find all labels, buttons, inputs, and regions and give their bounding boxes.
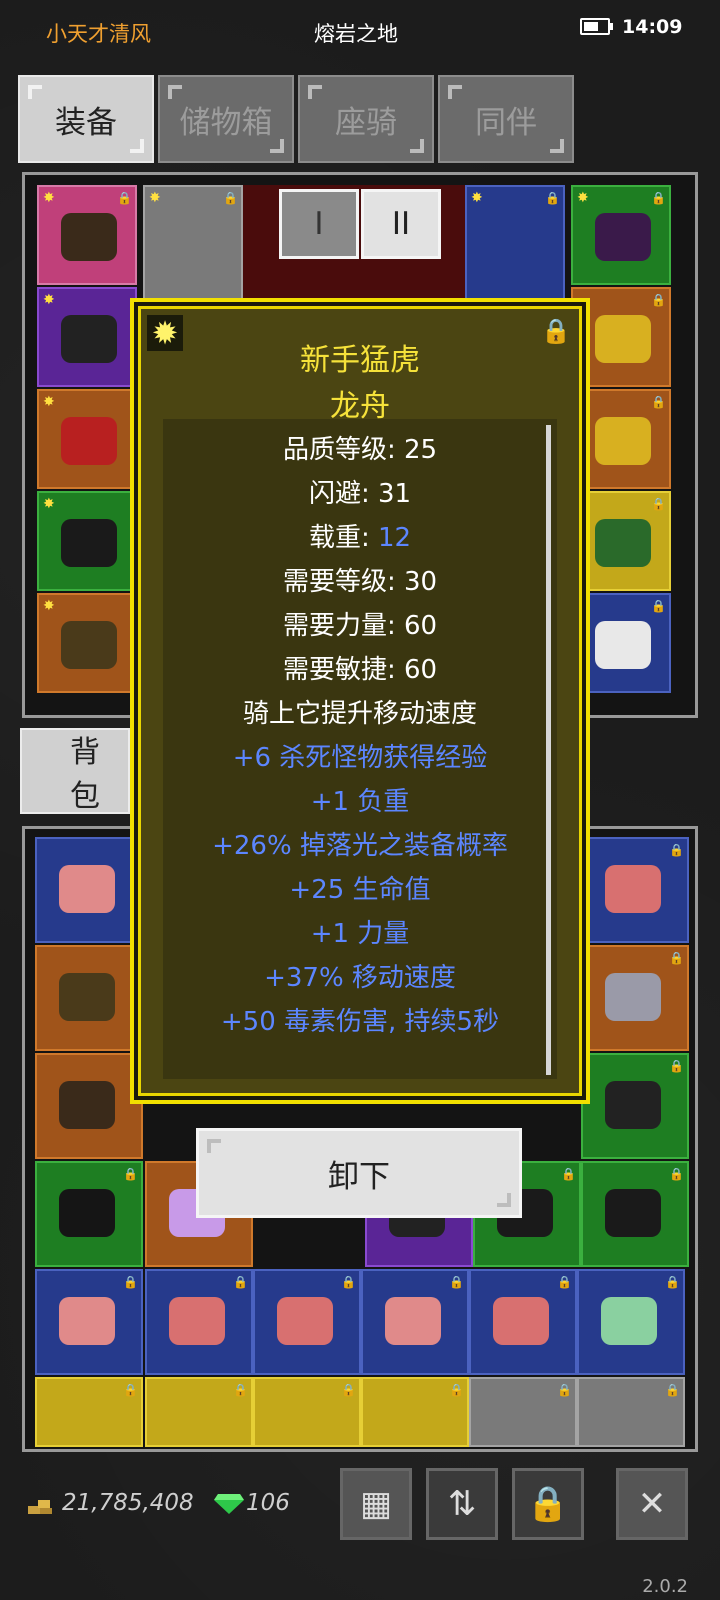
gem-icon: [214, 1494, 244, 1514]
inventory-slot[interactable]: 🔒: [469, 1377, 577, 1447]
inventory-slot[interactable]: 🔒: [35, 1377, 143, 1447]
sort-icon: ⇅: [447, 1484, 477, 1524]
stat-line: 闪避: 31: [308, 479, 412, 509]
tab-storage[interactable]: 储物箱: [158, 75, 294, 163]
equip-slot-gloves[interactable]: ✸: [37, 389, 137, 489]
stat-value: 12: [377, 523, 412, 553]
equip-slot-amulet[interactable]: ✸ 🔒: [571, 185, 671, 285]
inventory-slot[interactable]: 🔒: [35, 1161, 143, 1267]
item-name: 新手猛虎: [300, 343, 420, 378]
inventory-slot[interactable]: 🔒: [361, 1377, 469, 1447]
inventory-slot[interactable]: 🔒: [577, 1269, 685, 1375]
inventory-slot[interactable]: 🔒: [145, 1377, 253, 1447]
lock-icon: 🔒: [117, 191, 132, 205]
tab-mount[interactable]: 座骑: [298, 75, 434, 163]
gold-icon: [28, 1496, 54, 1516]
inventory-slot[interactable]: 🔒: [35, 1269, 143, 1375]
inventory-slot[interactable]: [35, 945, 143, 1051]
inventory-slot[interactable]: 🔒: [253, 1269, 361, 1375]
tab-label: 背包: [70, 735, 100, 814]
tab-label: 座骑: [335, 104, 397, 141]
tab-companion[interactable]: 同伴: [438, 75, 574, 163]
unequip-button[interactable]: 卸下: [196, 1128, 522, 1218]
tab-bag[interactable]: 背包: [20, 728, 130, 814]
stat-line: 载重: 12: [163, 517, 557, 554]
inventory-slot[interactable]: [35, 1053, 143, 1159]
tab-label: 装备: [55, 104, 117, 141]
grid-view-button[interactable]: ▦: [340, 1468, 412, 1540]
close-icon: ✕: [637, 1484, 667, 1524]
grid-icon: ▦: [359, 1484, 393, 1524]
stat-line: 品质等级: 25: [282, 435, 438, 465]
gem-amount: 106: [246, 1490, 290, 1516]
equip-slot-armor[interactable]: ✸: [37, 287, 137, 387]
equip-slot-weapon[interactable]: ✸ 🔒: [143, 185, 243, 305]
sort-button[interactable]: ⇅: [426, 1468, 498, 1540]
tab-label: 同伴: [475, 104, 537, 141]
stat-line: +25 生命值: [289, 875, 431, 905]
page-label: II: [391, 206, 411, 242]
equip-slot-boots[interactable]: ✸: [37, 491, 137, 591]
close-button[interactable]: ✕: [616, 1468, 688, 1540]
page-label: I: [314, 206, 324, 242]
inventory-slot[interactable]: 🔒: [577, 1377, 685, 1447]
page-1-button[interactable]: I: [279, 189, 359, 259]
stat-line: +1 力量: [310, 919, 410, 949]
stat-line: +6 杀死怪物获得经验: [232, 743, 488, 773]
item-stats: 品质等级: 25 闪避: 31 载重: 12 需要等级: 30 需要力量: 60…: [163, 419, 557, 1079]
stat-line: +50 毒素伤害, 持续5秒: [220, 1007, 500, 1037]
inventory-slot[interactable]: 🔒: [581, 1053, 689, 1159]
player-name: 小天才清风: [46, 22, 151, 46]
stat-line: 骑上它提升移动速度: [242, 699, 477, 729]
equip-slot-shield[interactable]: ✸ 🔒: [465, 185, 565, 305]
equip-slot-helmet[interactable]: ✸ 🔒: [37, 185, 137, 285]
page-2-button[interactable]: II: [361, 189, 441, 259]
tab-label: 储物箱: [179, 104, 273, 141]
battery-icon: [580, 18, 613, 35]
stat-line: +1 负重: [310, 787, 410, 817]
inventory-slot[interactable]: [35, 837, 143, 943]
clock: 14:09: [622, 16, 683, 38]
inventory-slot[interactable]: 🔒: [581, 837, 689, 943]
stat-line: +37% 移动速度: [264, 963, 456, 993]
stat-line: 需要力量: 60: [282, 611, 438, 641]
stat-line: 需要敏捷: 60: [282, 655, 438, 685]
inventory-slot[interactable]: 🔒: [469, 1269, 577, 1375]
tab-equipment[interactable]: 装备: [18, 75, 154, 163]
item-tooltip: ✹ 🔒 新手猛虎 龙舟 品质等级: 25 闪避: 31 载重: 12 需要等级:…: [130, 298, 590, 1104]
inventory-slot[interactable]: 🔒: [581, 945, 689, 1051]
inventory-slot[interactable]: 🔒: [361, 1269, 469, 1375]
location-name: 熔岩之地: [314, 22, 398, 46]
version-label: 2.0.2: [642, 1576, 688, 1597]
stat-line: 需要等级: 30: [282, 567, 438, 597]
button-label: 卸下: [328, 1158, 390, 1195]
inventory-slot[interactable]: 🔒: [581, 1161, 689, 1267]
lock-icon: 🔒: [526, 1484, 570, 1524]
gold-amount: 21,785,408: [62, 1490, 194, 1516]
inventory-slot[interactable]: 🔒: [145, 1269, 253, 1375]
stat-line: +26% 掉落光之装备概率: [212, 831, 508, 861]
lock-button[interactable]: 🔒: [512, 1468, 584, 1540]
stat-label: 载重:: [308, 523, 378, 553]
inventory-slot[interactable]: 🔒: [253, 1377, 361, 1447]
equip-slot-belt[interactable]: ✸: [37, 593, 137, 693]
